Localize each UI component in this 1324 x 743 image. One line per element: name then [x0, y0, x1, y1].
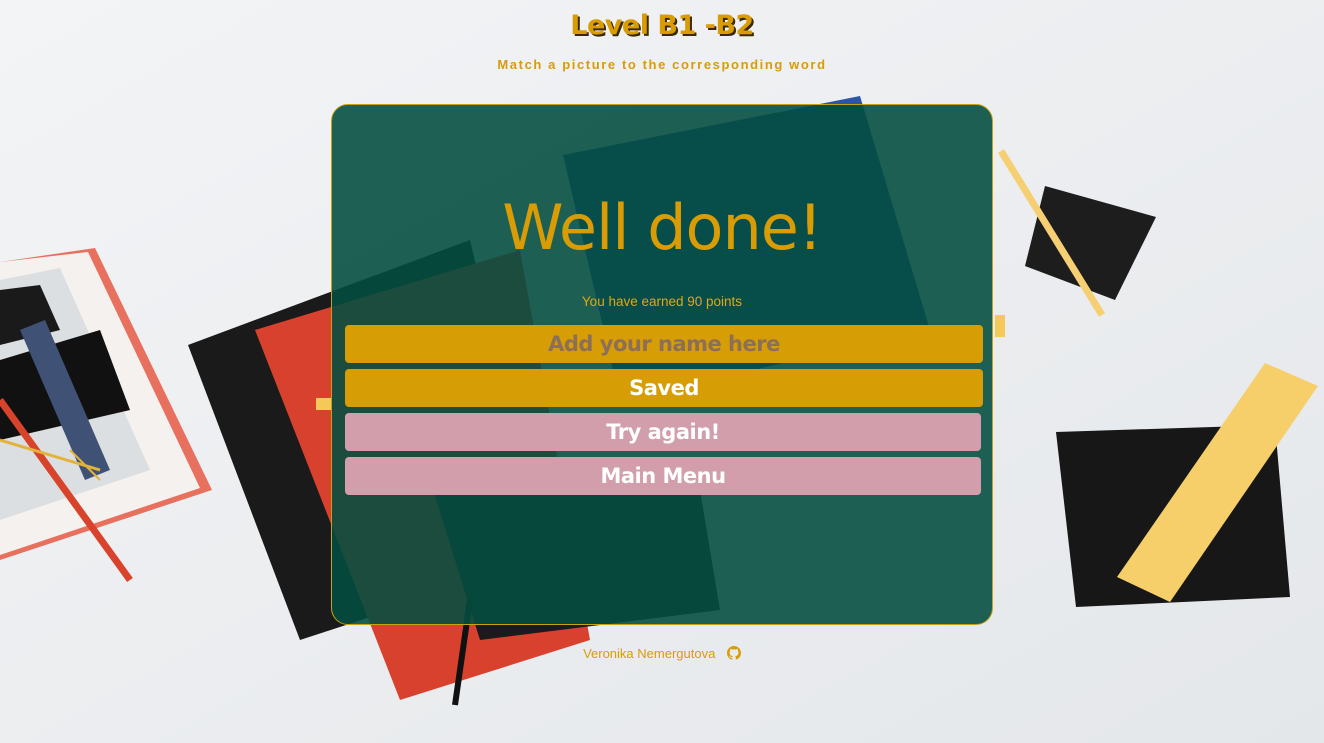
save-score-button[interactable]: Saved: [345, 369, 983, 407]
player-name-input[interactable]: [345, 325, 983, 363]
points-earned-text: You have earned 90 points: [581, 294, 743, 309]
result-card: Well done! You have earned 90 points Sav…: [331, 104, 993, 625]
author-name: Veronika Nemergutova: [583, 646, 716, 661]
main-menu-button[interactable]: Main Menu: [345, 457, 981, 495]
page-title: Level B1 -B2: [570, 10, 754, 41]
footer: Veronika Nemergutova: [0, 646, 1324, 663]
github-icon[interactable]: [726, 646, 741, 663]
page-subtitle: Match a picture to the corresponding wor…: [497, 57, 827, 72]
result-headline: Well done!: [502, 191, 823, 264]
try-again-button[interactable]: Try again!: [345, 413, 981, 451]
